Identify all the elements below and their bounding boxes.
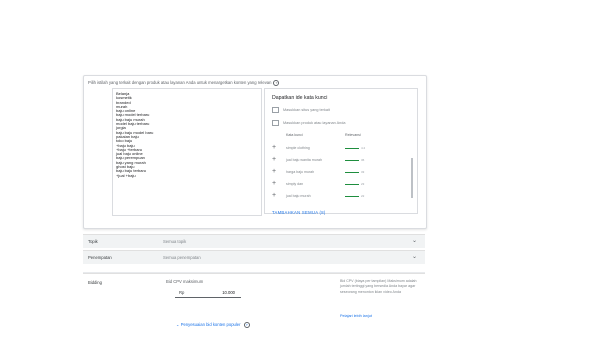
section-topics-value: Semua topik [163,239,187,244]
help-icon[interactable]: ? [273,80,280,86]
keyword-entry: +jual +baju [116,172,136,178]
idea-keyword: simple clothing [286,145,310,150]
currency-label: Rp [179,290,185,295]
help-icon[interactable]: ? [243,322,250,328]
relevance-value: 22 [361,193,365,198]
section-placements-label: Penempatan [88,255,112,260]
chevron-down-icon: ⌄ [411,238,417,244]
option-product[interactable]: Masukkan produk atau layanan Anda [272,120,345,126]
relevance-value: 4.2 [361,145,366,150]
max-cpv-input[interactable]: Rp 10.000 [175,289,241,298]
bid-value: 10.000 [222,290,235,295]
keyword-idea-row[interactable]: + simply dan 23 [272,180,406,190]
keyword-idea-row[interactable]: + harga baju murah 33 [272,168,406,178]
idea-keyword: jual baju wanita murah [286,157,322,162]
product-icon [272,120,279,126]
relevance-value: 33 [361,169,365,174]
section-placements-value: Semua penempatan [163,255,201,260]
keyword-idea-row[interactable]: + simple clothing 4.2 [272,144,406,154]
instruction-label: Pilih istilah yang terkait dengan produk… [88,80,272,86]
option-site-label: Masukkan situs yang terkait [283,107,330,112]
popular-content-bid-adjust-label: Penyesuaian bid konten populer [180,322,241,328]
popular-content-bid-adjust[interactable]: ⌄ Penyesuaian bid konten populer ? [176,322,250,328]
cpv-info-text: Bid CPV (biaya per tampilan) Maksimum ad… [340,279,417,294]
chevron-down-icon: ⌄ [176,322,180,328]
add-icon[interactable]: + [272,144,276,152]
col-relevance-header: Relevansi [345,133,361,137]
learn-more-link[interactable]: Pelajari lebih lanjut [340,314,372,318]
add-icon[interactable]: + [272,192,276,200]
add-all-button[interactable]: TAMBAHKAN SEMUA (8) [272,210,326,215]
idea-keyword: simply dan [286,181,304,186]
option-site[interactable]: Masukkan situs yang terkait [272,107,330,113]
add-icon[interactable]: + [272,168,276,176]
section-topics[interactable]: Topik Semua topik ⌄ [83,234,425,248]
relevance-value: 23 [361,181,365,186]
relevance-bar [345,147,359,150]
relevance-bar [345,159,359,162]
section-topics-label: Topik [88,239,98,244]
keyword-idea-row[interactable]: + jual baju murah 22 [272,192,406,202]
link-icon [272,107,279,113]
col-keyword-header: Kata kunci [286,133,303,137]
option-product-label: Masukkan produk atau layanan Anda [283,120,346,125]
relevance-value: 36 [361,157,365,162]
keyword-ideas-title: Dapatkan ide kata kunci [272,95,328,101]
relevance-bar [345,195,359,198]
max-cpv-label: Bid CPV maksimum [166,279,204,284]
section-placements[interactable]: Penempatan Semua penempatan ⌄ [83,250,425,264]
instruction-text: Pilih istilah yang terkait dengan produk… [88,80,280,86]
relevance-bar [345,171,359,174]
keywords-list: Belanja kosmetik branded murah baju online ba… [116,91,153,178]
idea-keyword: jual baju murah [286,193,311,198]
keyword-idea-row[interactable]: + jual baju wanita murah 36 [272,156,406,166]
chevron-down-icon: ⌄ [411,254,417,260]
relevance-bar [345,183,359,186]
idea-keyword: harga baju murah [286,169,315,174]
add-icon[interactable]: + [272,156,276,164]
add-icon[interactable]: + [272,180,276,188]
ideas-scrollbar[interactable] [411,158,413,198]
bidding-label: Bidding [88,280,102,285]
